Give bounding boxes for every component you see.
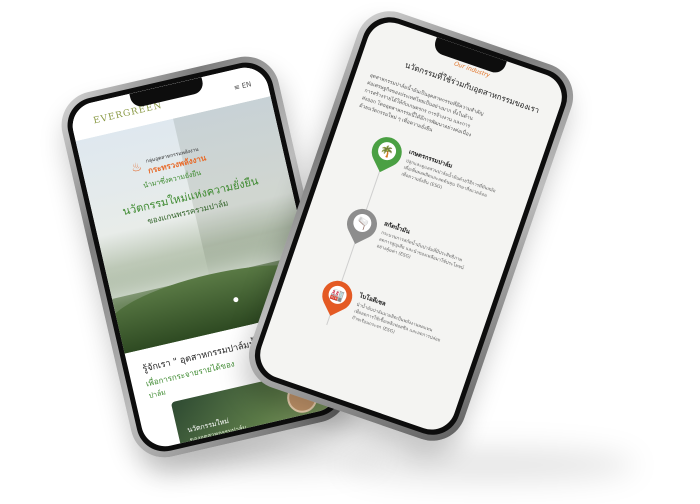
about-subtitle-2: ปาล์ม — [147, 388, 167, 401]
right-phone: Our industry นวัตกรรมที่ใช้ร่วมกับอุตสาห… — [239, 1, 583, 451]
palm-pin[interactable]: 🌴 — [366, 132, 407, 177]
industry-item: สกัดน้ำมัน กระบวนการสกัดน้ำมันปาล์มที่มี… — [375, 218, 507, 291]
biodiesel-pin[interactable]: 🏭 — [316, 275, 358, 321]
right-phone-bezel: Our industry นวัตกรรมที่ใช้ร่วมกับอุตสาห… — [247, 9, 575, 443]
oil-pin[interactable]: 🫗 — [341, 203, 383, 249]
right-phone-screen: Our industry นวัตกรรมที่ใช้ร่วมกับอุตสาห… — [253, 15, 569, 437]
brand-logo[interactable]: EVERGREEN — [93, 101, 164, 127]
hamburger-menu-icon[interactable]: ≡ EN — [233, 80, 252, 92]
right-phone-shadow — [345, 448, 635, 482]
industry-item: ไบโอดีเซล นำน้ำมันปาล์มมาผลิตเป็นพลังงาน… — [351, 290, 483, 363]
